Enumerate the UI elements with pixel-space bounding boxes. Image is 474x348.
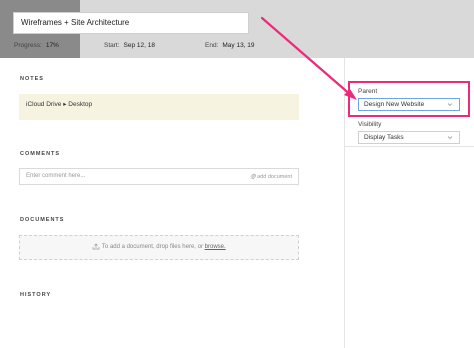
visibility-label: Visibility	[358, 121, 382, 128]
progress-label: Progress:	[14, 42, 42, 49]
add-document-button[interactable]: add document	[250, 173, 292, 180]
comment-input[interactable]: Enter comment here... add document	[19, 168, 299, 185]
start-value[interactable]: Sep 12, 18	[124, 42, 155, 49]
notes-heading: NOTES	[20, 76, 44, 82]
document-dropzone[interactable]: To add a document, drop files here, or b…	[19, 235, 299, 260]
documents-heading: DOCUMENTS	[20, 217, 65, 223]
add-document-label: add document	[257, 173, 292, 180]
visibility-select[interactable]: Display Tasks	[358, 131, 460, 144]
parent-highlight-box	[348, 81, 470, 117]
start-label: Start:	[104, 42, 120, 49]
comments-heading: COMMENTS	[20, 151, 61, 157]
dropzone-text: To add a document, drop files here, or	[101, 244, 203, 250]
visibility-value: Display Tasks	[364, 134, 404, 141]
task-header: Wireframes + Site Architecture Progress:…	[0, 0, 474, 58]
chevron-down-icon	[447, 136, 453, 139]
comment-placeholder: Enter comment here...	[26, 173, 86, 179]
panel-divider	[345, 146, 474, 147]
end-label: End:	[205, 42, 219, 49]
upload-icon	[92, 243, 100, 250]
notes-field[interactable]: iCloud Drive ▸ Desktop	[19, 94, 299, 120]
paperclip-icon	[250, 173, 256, 180]
browse-link[interactable]: browse.	[205, 244, 226, 250]
progress-value: 17%	[45, 42, 59, 49]
start-date-meta[interactable]: Start: Sep 12, 18	[104, 42, 155, 49]
task-title-input[interactable]: Wireframes + Site Architecture	[13, 12, 249, 34]
progress-meta: Progress: 17%	[14, 42, 59, 49]
end-date-meta[interactable]: End: May 13, 19	[205, 42, 255, 49]
history-heading: HISTORY	[20, 292, 52, 298]
end-value[interactable]: May 13, 19	[222, 42, 254, 49]
